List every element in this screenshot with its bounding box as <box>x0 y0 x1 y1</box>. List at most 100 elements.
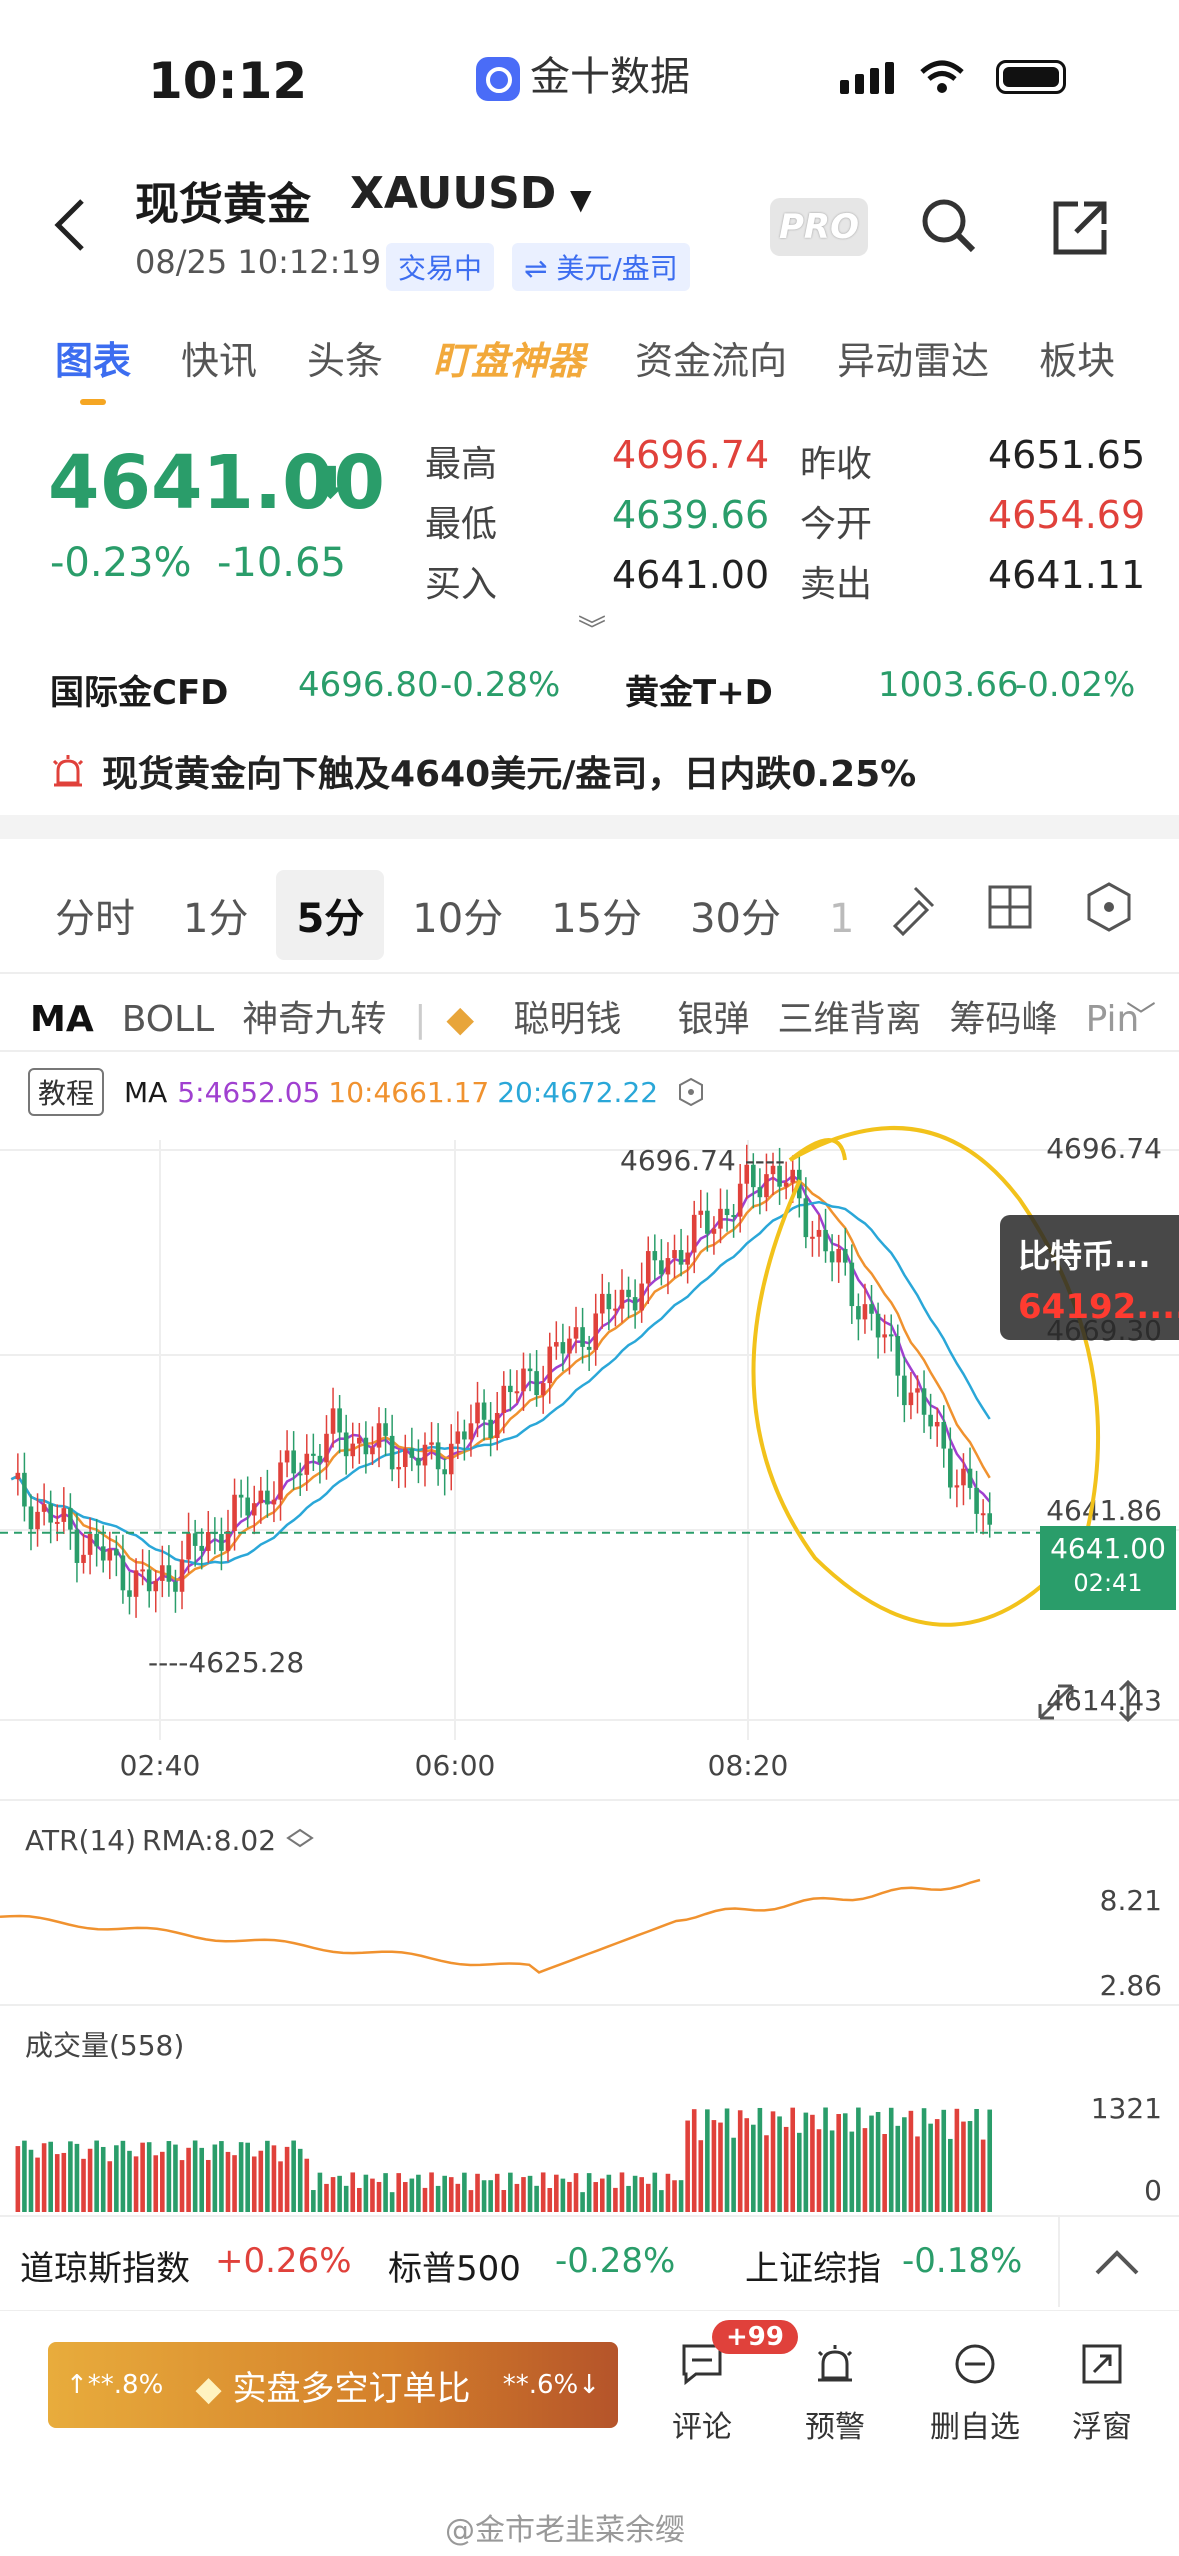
volume-bar <box>199 2147 205 2212</box>
atr-tick: 8.21 <box>1100 1884 1162 1917</box>
volume-bar <box>724 2108 730 2212</box>
candle <box>179 1559 185 1592</box>
candle <box>22 1472 27 1507</box>
bell-alert-icon <box>817 2345 853 2382</box>
volume-bar <box>501 2190 507 2212</box>
bitcoin-tooltip[interactable]: 比特币... 64192.... <box>1000 1215 1179 1340</box>
indicator-chip[interactable]: 筹码峰 <box>950 999 1058 1040</box>
candle <box>409 1448 415 1458</box>
volume-bar <box>777 2116 782 2212</box>
long-short-ratio-button[interactable]: ↑**.8% ◆ 实盘多空订单比 **.6%↓ <box>48 2342 618 2428</box>
indicator-smart-money[interactable]: ◆ 聪明钱 <box>446 999 649 1040</box>
tab-chart[interactable]: 图表 <box>55 339 131 383</box>
remove-watchlist-button[interactable]: 删自选 <box>920 2342 1030 2446</box>
volume-bar <box>744 2118 750 2212</box>
candle <box>803 1198 809 1238</box>
related-b-name[interactable]: 黄金T+D <box>625 665 773 714</box>
tab-headline[interactable]: 头条 <box>307 339 383 383</box>
expand-chevron-icon[interactable]: ︾ <box>578 608 606 648</box>
comment-button[interactable]: 评论 <box>652 2342 752 2446</box>
volume-tick: 1321 <box>1091 2092 1162 2125</box>
status-bar: 10:12 金十数据 <box>0 0 1179 150</box>
period-5m[interactable]: 5分 <box>276 870 385 960</box>
app-name: 金十数据 <box>530 54 690 100</box>
share-icon[interactable] <box>1050 198 1110 258</box>
candle <box>836 1248 841 1263</box>
index-dji-chg: +0.26% <box>215 2241 352 2281</box>
volume-bar <box>698 2140 704 2212</box>
indicator-3d[interactable]: 三维背离 <box>778 999 922 1040</box>
signal-bar <box>855 74 864 94</box>
volume-bar <box>573 2173 579 2212</box>
tab-flash[interactable]: 快讯 <box>181 339 257 383</box>
indicator-silver[interactable]: 银弹 <box>678 999 750 1040</box>
pro-button[interactable]: PRO <box>770 198 868 256</box>
candle <box>514 1391 520 1394</box>
volume-bar <box>409 2178 415 2212</box>
high-value: 4696.74 <box>612 433 770 477</box>
candle <box>862 1304 868 1320</box>
volume-bar <box>554 2174 559 2212</box>
related-a-name[interactable]: 国际金CFD <box>50 665 228 714</box>
draw-tool-icon[interactable] <box>885 880 941 936</box>
layout-grid-icon[interactable] <box>985 882 1035 932</box>
volume-bar <box>737 2110 743 2212</box>
settings-hex-icon[interactable] <box>1082 880 1136 934</box>
volume-bar <box>205 2159 211 2212</box>
indicator-boll[interactable]: BOLL <box>122 999 215 1040</box>
candle <box>94 1533 99 1547</box>
period-tick[interactable]: 分时 <box>35 870 155 960</box>
volume-bar <box>783 2126 789 2212</box>
price-alert-banner[interactable]: 现货黄金向下触及4640美元/盎司，日内跌0.25% <box>50 745 916 797</box>
volume-bar <box>770 2111 776 2212</box>
volume-bar <box>882 2134 887 2212</box>
comment-label: 评论 <box>672 2410 732 2445</box>
app-badge: 金十数据 <box>476 44 690 102</box>
chevron-up-icon[interactable] <box>1092 2243 1142 2279</box>
back-arrow-icon[interactable] <box>50 195 90 255</box>
change-pct: -0.23% <box>50 540 192 586</box>
candle <box>317 1455 323 1463</box>
index-sh-chg: -0.18% <box>902 2241 1023 2281</box>
bid-label: 买入 <box>425 564 498 605</box>
period-15m[interactable]: 15分 <box>531 870 662 960</box>
tab-radar[interactable]: 异动雷达 <box>837 339 989 383</box>
price-change: -0.23% -10.65 <box>50 540 346 586</box>
low-marker: ----4625.28 <box>148 1646 304 1679</box>
tab-sector[interactable]: 板块 <box>1039 339 1115 383</box>
float-window-button[interactable]: 浮窗 <box>1052 2342 1152 2446</box>
volume-bar <box>613 2187 618 2212</box>
candle <box>987 1513 993 1525</box>
alert-button[interactable]: 预警 <box>785 2342 885 2446</box>
candle <box>934 1421 940 1427</box>
indicator-ma[interactable]: MA <box>30 999 94 1040</box>
volume-bar <box>350 2172 356 2212</box>
index-ticker-bar[interactable]: 道琼斯指数 +0.26% 标普500 -0.28% 上证综指 -0.18% <box>0 2215 1179 2307</box>
period-10m[interactable]: 10分 <box>392 870 523 960</box>
period-1m[interactable]: 1分 <box>163 870 268 960</box>
open-label: 今开 <box>800 504 873 545</box>
indicator-nine[interactable]: 神奇九转 <box>242 999 386 1040</box>
caret-down-icon[interactable]: ▼ <box>570 183 592 216</box>
system-icons <box>840 60 1067 94</box>
candle <box>521 1368 526 1392</box>
unit-toggle[interactable]: ⇌ 美元/盎司 <box>512 243 690 291</box>
period-more[interactable]: 1 <box>809 880 874 958</box>
candle <box>639 1283 644 1311</box>
period-30m[interactable]: 30分 <box>670 870 801 960</box>
volume-bar <box>127 2150 132 2212</box>
candle <box>258 1490 264 1504</box>
tab-fund-flow[interactable]: 资金流向 <box>635 339 787 383</box>
candle <box>291 1450 296 1474</box>
search-icon[interactable] <box>918 195 978 255</box>
volume-bar <box>560 2178 566 2212</box>
candle <box>416 1457 421 1466</box>
candle <box>370 1447 375 1455</box>
symbol-selector[interactable]: XAUUSD <box>350 168 556 219</box>
volume-bar <box>265 2140 270 2212</box>
divider <box>1058 2217 1060 2307</box>
candle <box>921 1388 927 1415</box>
volume-bar <box>146 2142 152 2212</box>
tab-monitor[interactable]: 盯盘神器 <box>433 339 585 383</box>
chevron-down-icon[interactable]: ﹀ <box>1126 992 1156 1036</box>
